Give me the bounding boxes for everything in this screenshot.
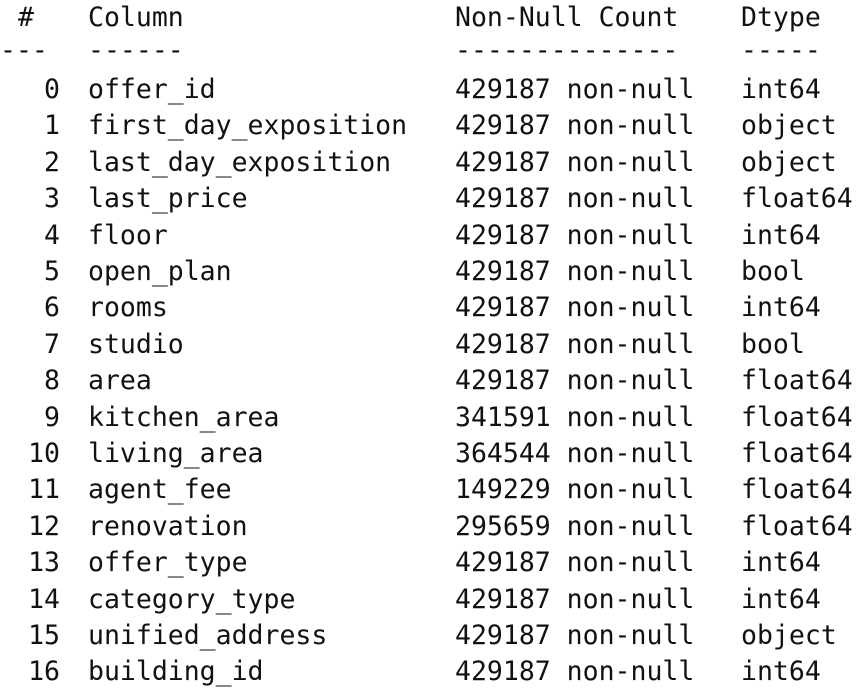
column-name: living_area	[88, 438, 264, 469]
non-null-count: 364544 non-null	[455, 438, 695, 469]
table-row: 0 offer_id 429187 non-null int64	[0, 72, 866, 108]
separator-dtype: -----	[741, 35, 821, 66]
non-null-count: 429187 non-null	[455, 146, 695, 178]
non-null-count: 429187 non-null	[455, 547, 695, 579]
non-null-count: 295659 non-null	[455, 510, 695, 542]
row-index: 12	[28, 510, 60, 542]
header-row: # Column Non-Null Count Dtype	[0, 0, 866, 36]
row-index: 3	[44, 183, 60, 215]
table-row: 6 rooms 429187 non-null int64	[0, 290, 866, 326]
column-name: building_id	[88, 656, 264, 688]
non-null-count: 429187 non-null	[455, 74, 695, 105]
table-row: 11 agent_fee 149229 non-null float64	[0, 472, 866, 508]
table-row: 13 offer_type 429187 non-null int64	[0, 545, 866, 581]
table-row: 5 open_plan 429187 non-null bool	[0, 254, 866, 290]
row-index: 0	[44, 74, 60, 105]
dtype: bool	[741, 256, 805, 287]
table-row: 8 area 429187 non-null float64	[0, 363, 866, 399]
row-index: 16	[28, 656, 60, 688]
dtype: float64	[741, 510, 853, 542]
non-null-count: 429187 non-null	[455, 583, 695, 615]
row-index: 11	[28, 474, 60, 506]
row-index: 8	[44, 365, 60, 397]
non-null-count: 429187 non-null	[455, 110, 695, 142]
column-name: category_type	[88, 583, 296, 615]
header-column: Column	[88, 2, 184, 33]
dtype: object	[741, 110, 837, 142]
dtype: float64	[741, 438, 853, 469]
table-row: 9 kitchen_area 341591 non-null float64	[0, 400, 866, 436]
column-name: last_day_exposition	[88, 146, 392, 178]
column-name: agent_fee	[88, 474, 232, 506]
dtype: int64	[741, 219, 821, 251]
column-name: offer_type	[88, 547, 248, 579]
non-null-count: 429187 non-null	[455, 365, 695, 397]
dtype: float64	[741, 474, 853, 506]
column-name: first_day_exposition	[88, 110, 408, 142]
column-name: open_plan	[88, 256, 232, 287]
dtype: float64	[741, 401, 853, 433]
non-null-count: 429187 non-null	[455, 328, 695, 360]
table-row: 12 renovation 295659 non-null float64	[0, 509, 866, 545]
non-null-count: 149229 non-null	[455, 474, 695, 506]
dtype: bool	[741, 328, 805, 360]
dtype: int64	[741, 547, 821, 579]
separator-row: --- ------ -------------- -----	[0, 33, 866, 69]
table-row: 1 first_day_exposition 429187 non-null obje…	[0, 108, 866, 144]
row-index: 9	[44, 401, 60, 433]
row-index: 4	[44, 219, 60, 251]
dtype: object	[741, 620, 837, 651]
non-null-count: 429187 non-null	[455, 183, 695, 215]
row-index: 13	[28, 547, 60, 579]
table-row: 15 unified_address 429187 non-null object	[0, 618, 866, 654]
row-index: 6	[44, 292, 60, 324]
dataframe-info-output: # Column Non-Null Count Dtype --- ------…	[0, 0, 866, 692]
table-row: 10 living_area 364544 non-null float64	[0, 436, 866, 472]
row-index: 10	[28, 438, 60, 469]
separator-column: ------	[88, 35, 184, 66]
non-null-count: 429187 non-null	[455, 656, 695, 688]
row-index: 1	[44, 110, 60, 142]
dtype: float64	[741, 183, 853, 215]
header-non-null-count: Non-Null Count	[455, 2, 679, 33]
non-null-count: 341591 non-null	[455, 401, 695, 433]
table-row: 3 last_price 429187 non-null float64	[0, 181, 866, 217]
dtype: int64	[741, 292, 821, 324]
column-name: unified_address	[88, 620, 328, 651]
dtype: int64	[741, 583, 821, 615]
dtype: int64	[741, 74, 821, 105]
row-index: 15	[28, 620, 60, 651]
separator-index: ---	[0, 35, 48, 66]
header-dtype: Dtype	[741, 2, 821, 33]
column-name: rooms	[88, 292, 168, 324]
row-index: 14	[28, 583, 60, 615]
row-index: 7	[44, 328, 60, 360]
row-index: 2	[44, 146, 60, 178]
table-row: 14 category_type 429187 non-null int64	[0, 582, 866, 618]
header-index: #	[18, 2, 34, 33]
dtype: object	[741, 146, 837, 178]
column-name: last_price	[88, 183, 248, 215]
column-name: renovation	[88, 510, 248, 542]
row-index: 5	[44, 256, 60, 287]
column-name: area	[88, 365, 152, 397]
column-name: studio	[88, 328, 184, 360]
table-row: 4 floor 429187 non-null int64	[0, 218, 866, 254]
non-null-count: 429187 non-null	[455, 620, 695, 651]
column-name: offer_id	[88, 74, 216, 105]
table-row: 7 studio 429187 non-null bool	[0, 327, 866, 363]
non-null-count: 429187 non-null	[455, 256, 695, 287]
column-name: kitchen_area	[88, 401, 280, 433]
non-null-count: 429187 non-null	[455, 292, 695, 324]
non-null-count: 429187 non-null	[455, 219, 695, 251]
dtype: int64	[741, 656, 821, 688]
separator-non-null-count: --------------	[455, 35, 679, 66]
table-row: 2 last_day_exposition 429187 non-null objec…	[0, 145, 866, 181]
column-name: floor	[88, 219, 168, 251]
table-row: 16 building_id 429187 non-null int64	[0, 654, 866, 690]
dtype: float64	[741, 365, 853, 397]
